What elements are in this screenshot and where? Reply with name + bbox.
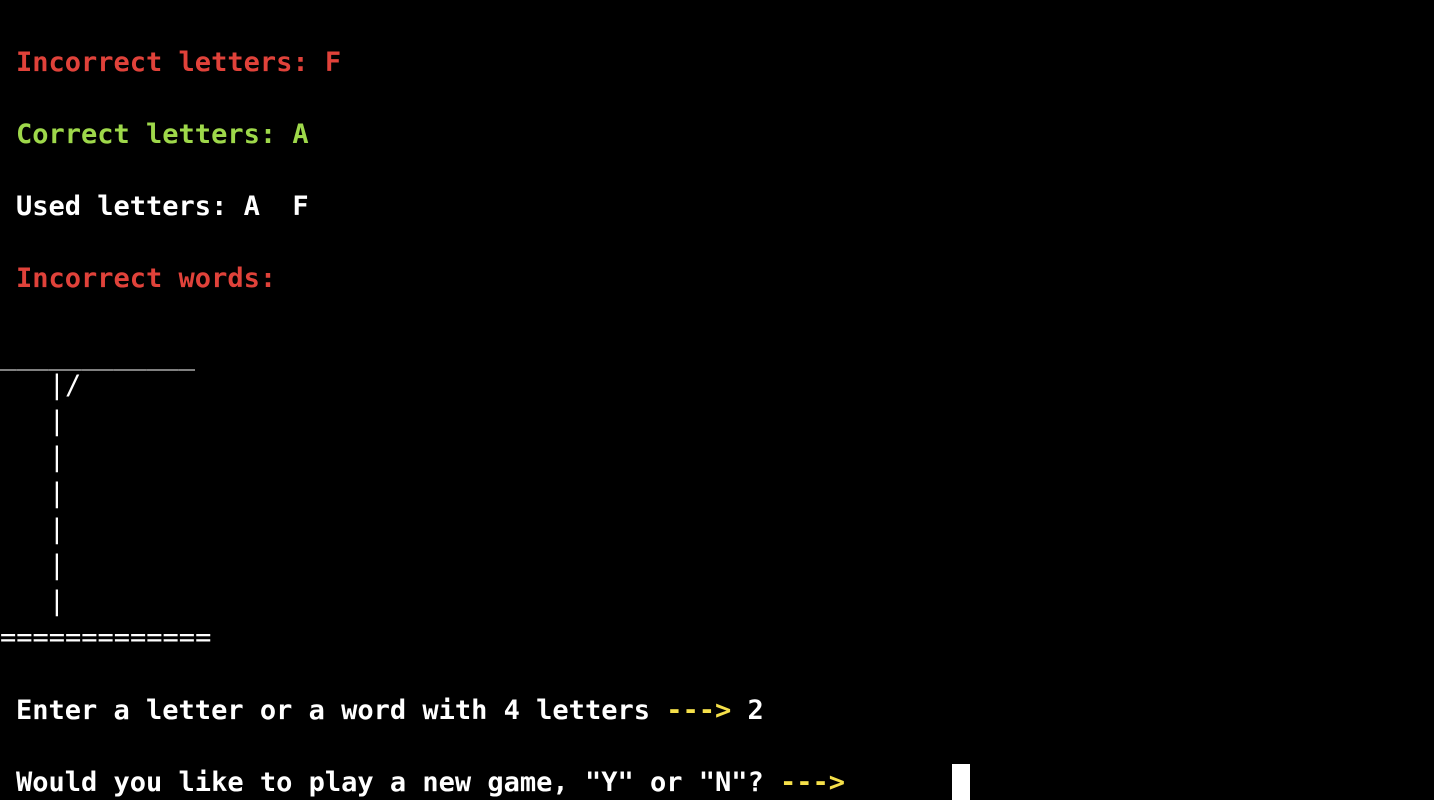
gallows-row: | — [0, 478, 66, 509]
prompt-arrow: ---> — [780, 767, 846, 798]
incorrect-letters-line: Incorrect letters: F — [16, 47, 342, 78]
prompt-arrow: ---> — [666, 695, 732, 726]
enter-letter-text: Enter a letter or a word with 4 letters — [16, 695, 667, 726]
gallows-row: | — [0, 442, 66, 473]
gallows-row: | — [0, 514, 66, 545]
used-letters-line: Used letters: A F — [16, 191, 309, 222]
entered-answer: 2 — [731, 695, 764, 726]
gallows-row: | — [0, 586, 66, 617]
correct-letters-line: Correct letters: A — [16, 119, 309, 150]
play-again-prompt: Would you like to play a new game, "Y" o… — [16, 765, 845, 800]
gallows-row: | — [0, 550, 66, 581]
terminal-input-cursor[interactable] — [952, 764, 970, 800]
play-again-text: Would you like to play a new game, "Y" o… — [16, 767, 781, 798]
enter-letter-prompt: Enter a letter or a word with 4 letters … — [16, 693, 764, 729]
incorrect-words-line: Incorrect words: — [16, 263, 277, 294]
gallows-row: | — [0, 406, 66, 437]
gallows-row: |/ — [0, 370, 82, 401]
gallows-base: ============= — [0, 622, 212, 653]
